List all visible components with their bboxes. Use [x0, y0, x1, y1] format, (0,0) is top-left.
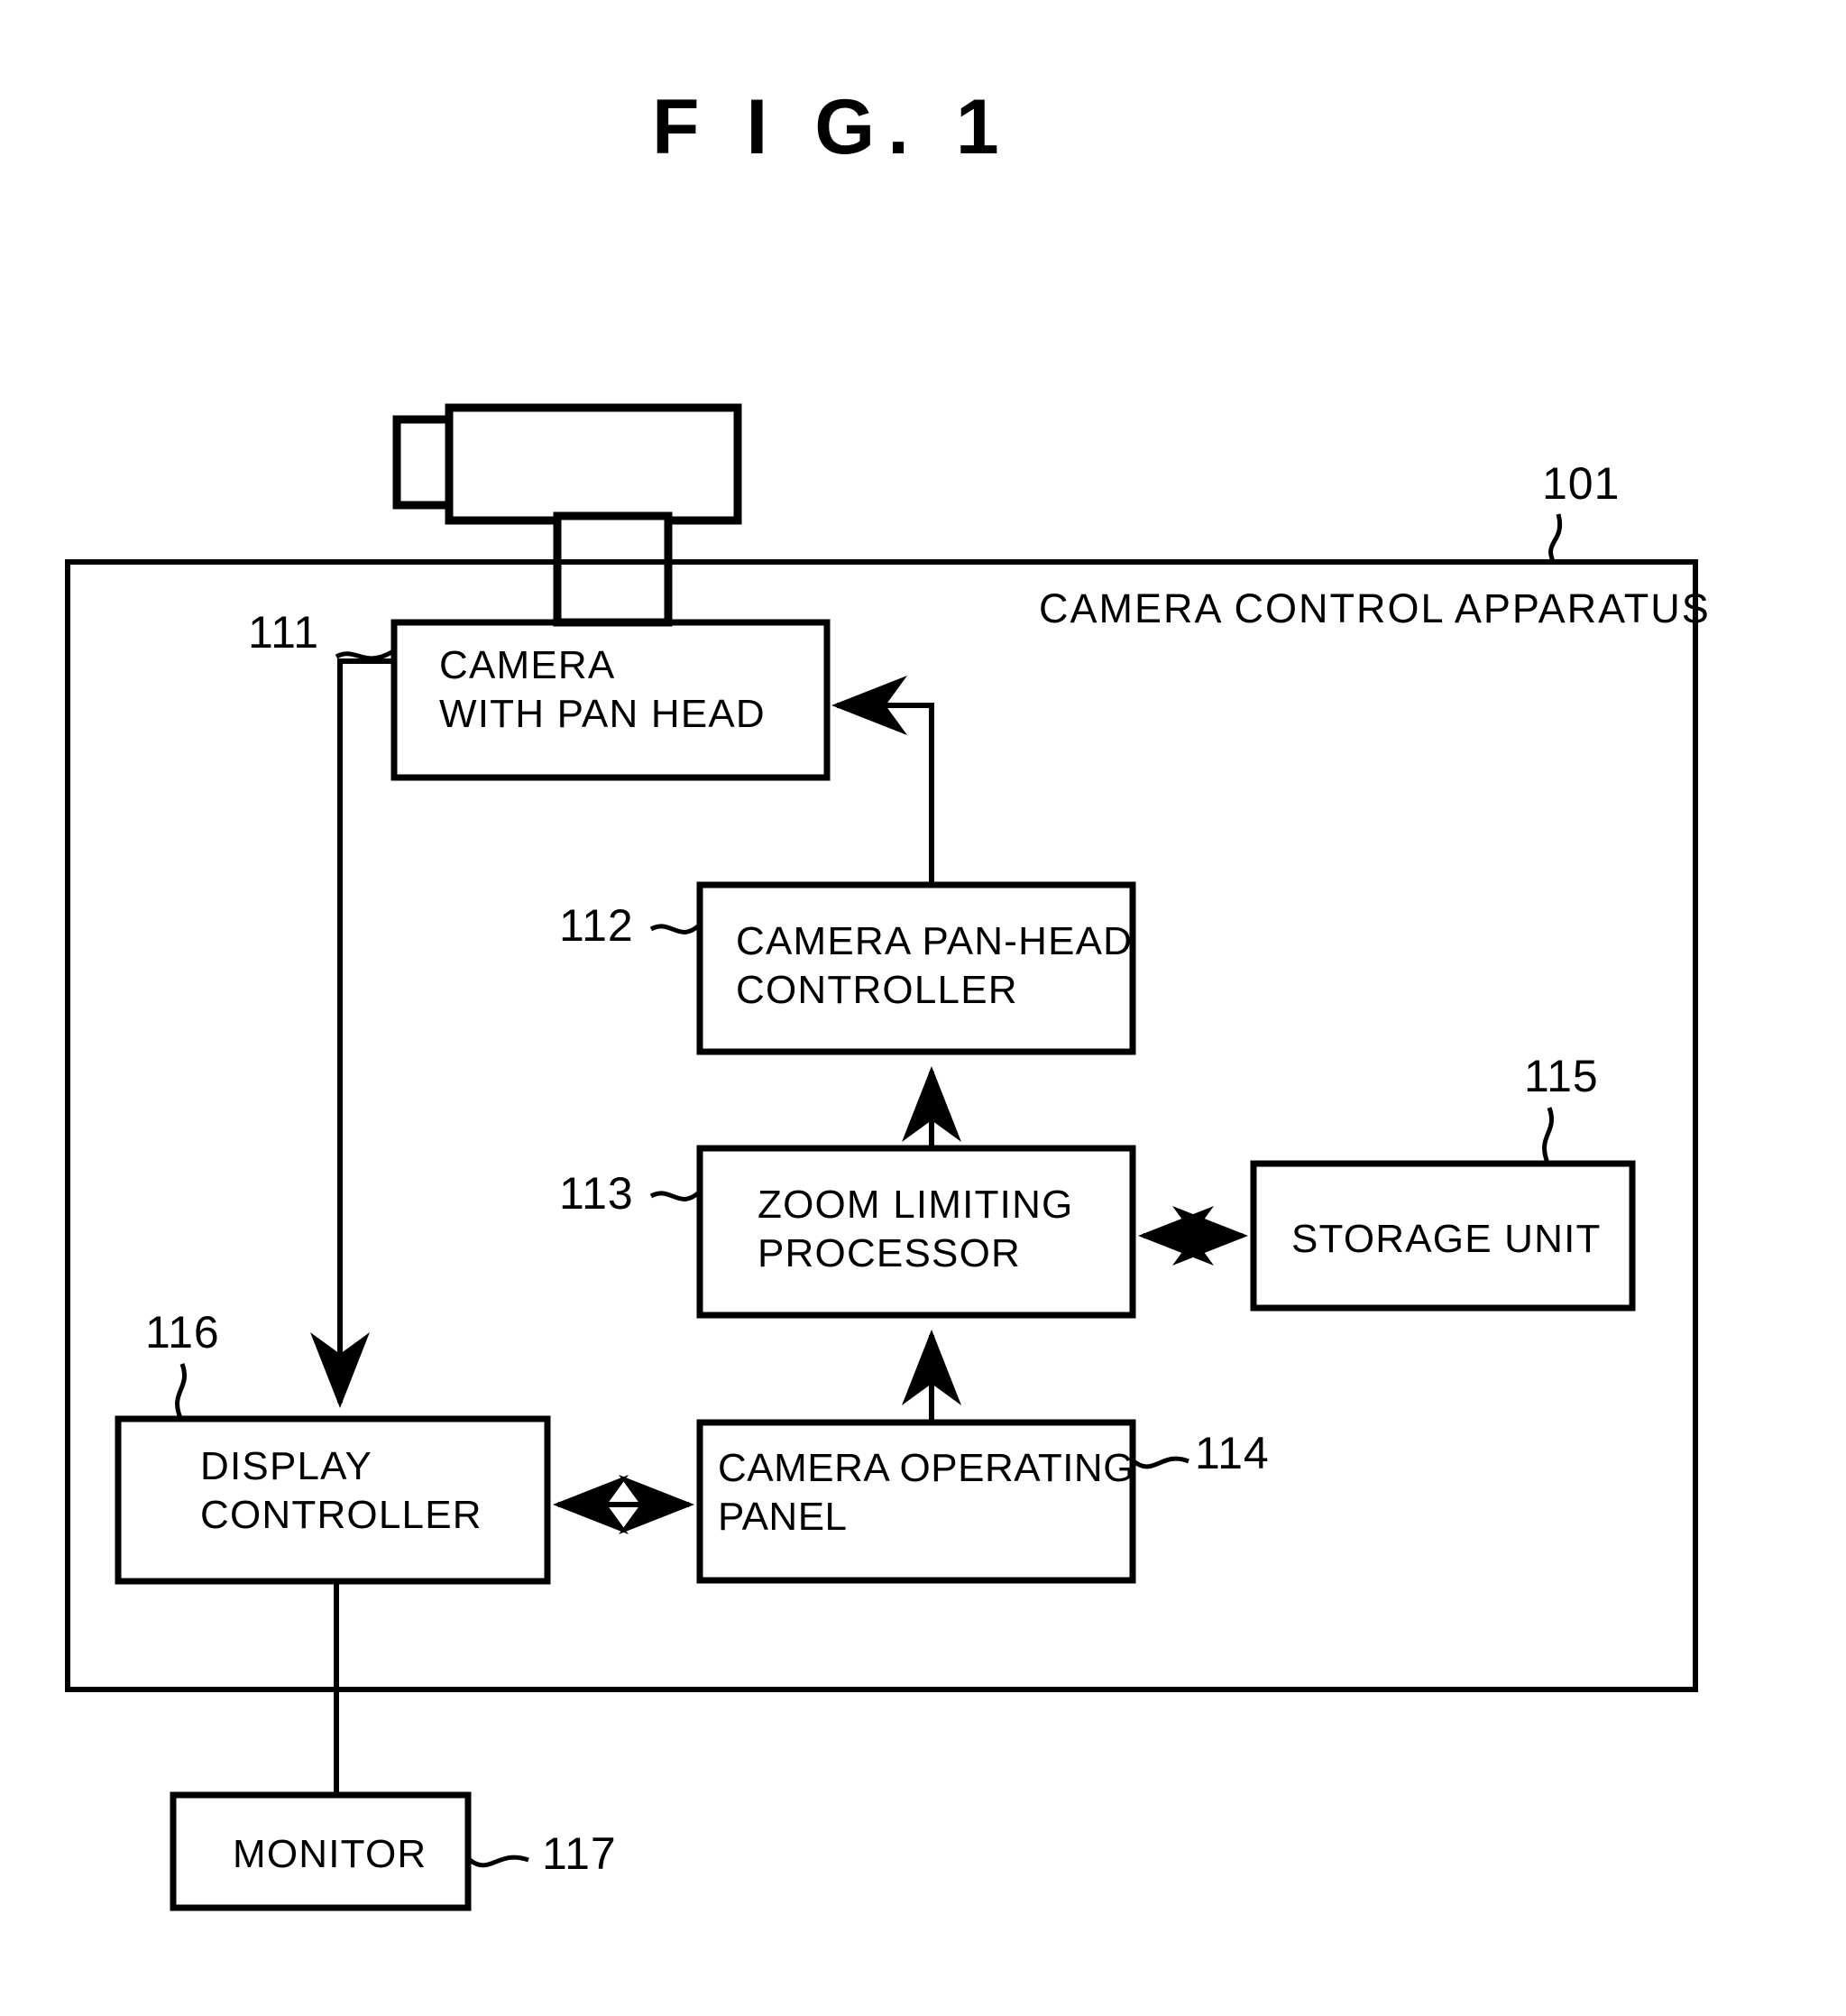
connector-pan-head-controller-to-camera — [831, 676, 934, 885]
block-camera-with-pan-head-line2: WITH PAN HEAD — [439, 692, 766, 736]
block-camera-pan-head-controller-line2: CONTROLLER — [736, 968, 1018, 1012]
ref-label-112: 112 — [559, 900, 634, 951]
leader-line-111 — [335, 649, 395, 661]
connector-camera-to-display-controller — [310, 658, 394, 1408]
block-monitor-label: MONITOR — [233, 1832, 427, 1876]
ref-label-113: 113 — [559, 1168, 634, 1219]
figure-canvas: F I G. 1 CAMERA CONTROL APPARATUS 101 CA… — [0, 0, 1846, 2016]
block-storage-unit-label: STORAGE UNIT — [1291, 1217, 1602, 1261]
ref-label-116: 116 — [145, 1307, 220, 1358]
leader-line-101 — [1548, 513, 1563, 563]
leader-line-117 — [468, 1855, 529, 1868]
leader-line-113 — [649, 1191, 701, 1201]
block-camera-with-pan-head-line1: CAMERA — [439, 643, 615, 687]
leader-line-114 — [1132, 1456, 1189, 1469]
leader-line-112 — [649, 924, 701, 934]
block-camera-operating-panel-line2: PANEL — [718, 1495, 848, 1539]
figure-title: F I G. 1 — [652, 84, 1012, 170]
leader-line-116 — [175, 1363, 187, 1419]
video-camera-icon — [392, 403, 742, 627]
block-display-controller-line2: CONTROLLER — [200, 1493, 482, 1537]
camera-control-apparatus-label: CAMERA CONTROL APPARATUS — [1039, 585, 1711, 631]
block-display-controller-line1: DISPLAY — [200, 1444, 372, 1488]
block-zoom-limiting-processor-line2: PROCESSOR — [758, 1231, 1021, 1275]
ref-label-101: 101 — [1542, 458, 1620, 509]
leader-line-115 — [1542, 1107, 1554, 1164]
block-zoom-limiting-processor-line1: ZOOM LIMITING — [758, 1183, 1073, 1227]
ref-label-117: 117 — [542, 1828, 617, 1879]
ref-label-111: 111 — [248, 607, 319, 658]
ref-label-114: 114 — [1195, 1428, 1270, 1478]
patent-figure-diagram: F I G. 1 CAMERA CONTROL APPARATUS 101 CA… — [65, 84, 1711, 1911]
block-camera-operating-panel-line1: CAMERA OPERATING — [718, 1446, 1134, 1490]
block-camera-pan-head-controller-line1: CAMERA PAN-HEAD — [736, 919, 1133, 963]
ref-label-115: 115 — [1524, 1051, 1599, 1101]
